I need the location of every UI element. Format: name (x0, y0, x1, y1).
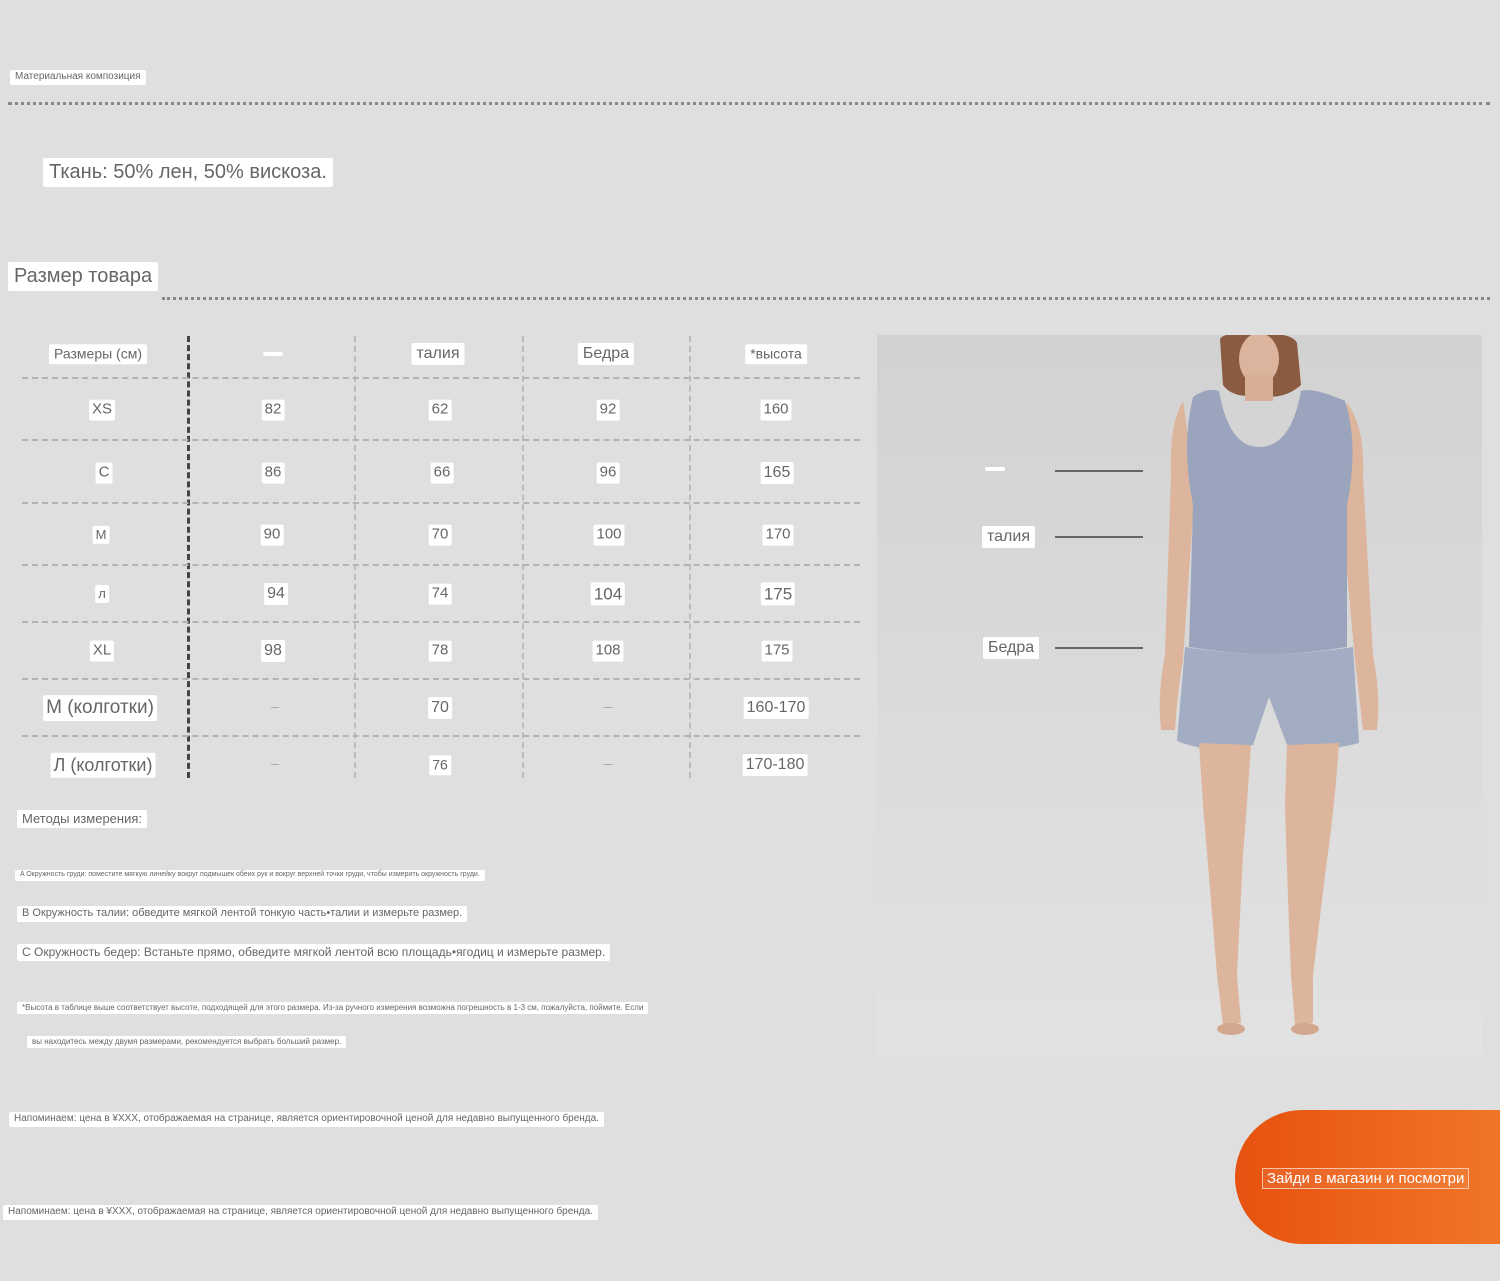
waist-value: 78 (428, 640, 452, 662)
methods-heading: Методы измерения: (17, 810, 148, 829)
table-row: л 94 74 104 175 (22, 566, 860, 622)
size-label: М (колготки) (43, 695, 157, 721)
divider-material (8, 102, 1490, 105)
model-photo-panel: талия Бедра (877, 333, 1482, 1055)
model-label-hips: Бедра (983, 637, 1040, 659)
bust-value: 90 (260, 524, 284, 546)
size-label: С (95, 462, 113, 484)
column-header-height: *высота (745, 344, 807, 364)
height-value: 175 (760, 582, 796, 606)
height-value: 160 (760, 399, 792, 421)
fabric-composition: Ткань: 50% лен, 50% вискоза. (43, 158, 333, 187)
material-heading: Материальная композиция (10, 70, 146, 85)
hips-value: – (603, 755, 613, 773)
bust-value: 94 (264, 583, 288, 605)
hips-value: 92 (596, 399, 620, 421)
hips-measure-line (1055, 647, 1143, 649)
waist-value: 74 (428, 583, 452, 605)
size-label: XL (89, 640, 115, 662)
size-label: XS (88, 399, 116, 421)
hips-value: 104 (590, 582, 626, 606)
waist-value: 70 (428, 524, 452, 546)
table-header-row: Размеры (см) талия Бедра *высота (22, 332, 860, 376)
row-divider (22, 377, 860, 379)
method-a: A Окружность груди: поместите мягкую лин… (15, 870, 485, 881)
table-row: XL 98 78 108 175 (22, 623, 860, 679)
column-header-hips: Бедра (577, 343, 635, 365)
table-row: С 86 66 96 165 (22, 442, 860, 504)
hips-value: 100 (593, 524, 625, 546)
price-reminder: Напоминаем: цена в ¥XXX, отображаемая на… (9, 1112, 604, 1127)
bust-value: 98 (261, 640, 285, 662)
divider-size (162, 297, 1490, 300)
height-note: *Высота в таблице выше соответствует выс… (17, 1002, 649, 1014)
method-c: C Окружность бедер: Встаньте прямо, обве… (17, 944, 611, 961)
height-value: 175 (761, 640, 793, 662)
model-label-waist: талия (982, 526, 1035, 548)
height-value: 170-180 (742, 754, 808, 776)
hips-value: – (603, 698, 613, 716)
column-header-waist: талия (411, 343, 465, 365)
table-row: Л (колготки) – 76 – 170-180 (22, 737, 860, 793)
hips-value: 96 (596, 462, 620, 484)
bust-value: – (270, 698, 280, 716)
model-label-bust (985, 467, 1005, 471)
bust-value: 86 (261, 462, 285, 484)
waist-measure-line (1055, 536, 1143, 538)
row-divider (22, 439, 860, 441)
size-label: л (95, 584, 109, 604)
model-figure (1159, 333, 1379, 1035)
height-value: 165 (760, 462, 794, 484)
height-value: 160-170 (743, 697, 809, 719)
column-header-bust (263, 352, 283, 356)
hips-value: 108 (592, 640, 624, 662)
waist-value: 62 (428, 399, 452, 421)
bust-value: – (270, 755, 280, 773)
table-row: M 90 70 100 170 (22, 504, 860, 566)
visit-store-button[interactable]: Зайди в магазин и посмотри (1235, 1110, 1500, 1244)
height-value: 170 (762, 524, 794, 546)
price-reminder: Напоминаем: цена в ¥XXX, отображаемая на… (3, 1205, 598, 1220)
table-row: М (колготки) – 70 – 160-170 (22, 680, 860, 736)
waist-value: 76 (429, 755, 451, 775)
size-label: Л (колготки) (50, 752, 156, 778)
height-note-continued: вы находитесь между двумя размерами, рек… (27, 1036, 347, 1048)
size-heading: Размер товара (8, 262, 159, 291)
size-label: M (92, 525, 110, 545)
bust-value: 82 (261, 399, 285, 421)
table-row: XS 82 62 92 160 (22, 380, 860, 440)
method-b: B Окружность талии: обведите мягкой лент… (17, 906, 468, 922)
column-header-size: Размеры (см) (48, 344, 148, 364)
waist-value: 70 (428, 697, 452, 719)
waist-value: 66 (430, 462, 454, 484)
bust-measure-line (1055, 470, 1143, 472)
visit-store-label: Зайди в магазин и посмотри (1262, 1168, 1470, 1189)
